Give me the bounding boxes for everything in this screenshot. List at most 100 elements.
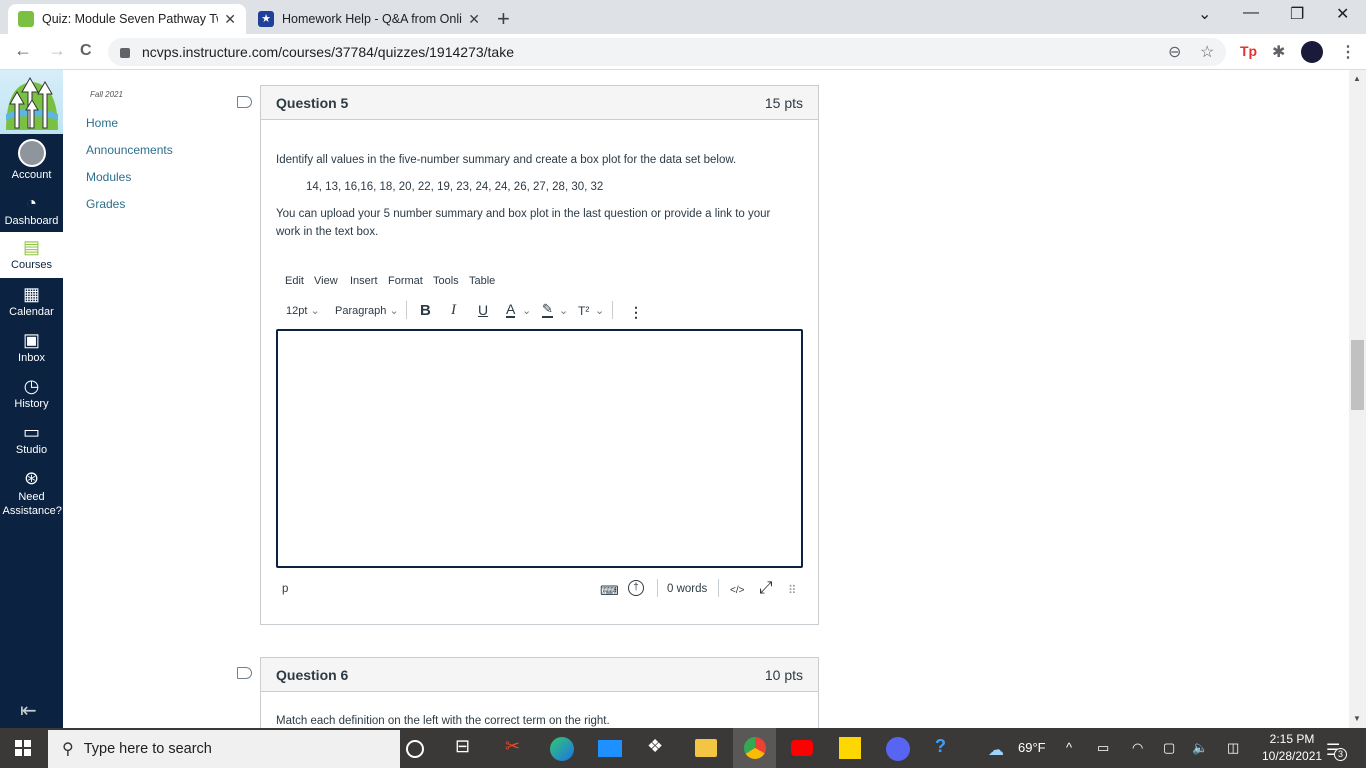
accessibility-checker-icon[interactable]: †	[628, 580, 644, 596]
menu-edit[interactable]: Edit	[285, 275, 304, 287]
italic-button[interactable]: I	[451, 302, 456, 319]
file-explorer-icon[interactable]	[695, 739, 717, 757]
zoom-icon[interactable]: ⊖	[1168, 42, 1181, 62]
trees-logo-icon	[6, 76, 58, 130]
school-logo[interactable]	[0, 70, 63, 134]
discord-icon[interactable]	[886, 737, 910, 761]
taskbar-clock[interactable]: 2:15 PM 10/28/2021	[1262, 732, 1322, 763]
scrollbar-thumb[interactable]	[1351, 340, 1364, 410]
chevron-down-icon[interactable]: ⌄	[595, 304, 604, 317]
menu-format[interactable]: Format	[388, 275, 423, 287]
resize-handle-icon[interactable]: ⠿	[788, 583, 796, 597]
windows-start-icon[interactable]	[15, 740, 31, 756]
chevron-down-icon[interactable]: ⌄	[522, 304, 531, 317]
scroll-up-arrow-icon[interactable]: ▲	[1353, 74, 1361, 83]
menu-view[interactable]: View	[314, 275, 338, 287]
nav-history[interactable]: ◷ History	[0, 376, 63, 410]
battery-icon[interactable]: ▭	[1097, 740, 1109, 756]
forward-button[interactable]: →	[48, 40, 66, 61]
tab-quiz[interactable]: Quiz: Module Seven Pathway Two ✕	[8, 4, 246, 34]
reload-button[interactable]: C	[80, 42, 92, 60]
canvas-favicon-icon	[18, 11, 34, 27]
answer-editor[interactable]	[276, 329, 803, 568]
menu-table[interactable]: Table	[469, 275, 495, 287]
close-tab-icon[interactable]: ✕	[224, 11, 236, 28]
clock-date: 10/28/2021	[1262, 749, 1323, 763]
text-color-button[interactable]: A	[506, 302, 516, 318]
youtube-icon[interactable]	[791, 740, 813, 756]
chevron-down-icon[interactable]: ⌄	[559, 304, 568, 317]
flag-question-icon[interactable]	[237, 96, 252, 108]
question-points: 15 pts	[764, 94, 803, 111]
underline-button[interactable]: U	[478, 302, 488, 318]
minimize-button[interactable]: —	[1243, 4, 1259, 22]
snip-sketch-icon[interactable]: ✂	[505, 736, 520, 757]
screen-snip-icon[interactable]: ◫	[1227, 740, 1239, 756]
course-nav-announcements[interactable]: Announcements	[86, 143, 173, 157]
course-nav-grades[interactable]: Grades	[86, 197, 125, 211]
collapse-nav-icon[interactable]: ⇤	[20, 698, 37, 723]
wifi-icon[interactable]: ◠	[1132, 740, 1143, 756]
extension-tp-icon[interactable]: Tp	[1240, 43, 1257, 59]
dropbox-icon[interactable]: ❖	[647, 736, 663, 757]
show-hidden-icons-icon[interactable]: ^	[1066, 740, 1072, 755]
tab-search-icon[interactable]: ⌄	[1198, 4, 1211, 24]
nav-studio[interactable]: ▭ Studio	[0, 422, 63, 456]
bookmark-star-icon[interactable]: ☆	[1200, 42, 1214, 62]
block-format-select[interactable]: Paragraph ⌄	[335, 304, 399, 317]
search-placeholder: Type here to search	[83, 741, 212, 757]
html-editor-toggle[interactable]: </>	[730, 585, 744, 596]
word-count[interactable]: 0 words	[667, 583, 707, 595]
new-tab-button[interactable]: +	[497, 6, 510, 32]
nav-account[interactable]: Account	[0, 139, 63, 181]
weather-cloud-icon[interactable]: ☁	[988, 740, 1004, 760]
menu-insert[interactable]: Insert	[350, 275, 378, 287]
nav-label: Account	[11, 169, 52, 181]
task-view-icon[interactable]: ⊟	[455, 736, 470, 757]
taskbar-search[interactable]: ⚲ Type here to search	[48, 730, 400, 768]
volume-icon[interactable]: 🔈	[1192, 740, 1208, 756]
back-button[interactable]: ←	[14, 40, 32, 61]
scroll-down-arrow-icon[interactable]: ▼	[1353, 714, 1361, 723]
profile-avatar[interactable]	[1301, 41, 1323, 63]
font-size-select[interactable]: 12pt ⌄	[286, 304, 320, 317]
search-icon: ⚲	[62, 741, 74, 758]
nav-dashboard[interactable]: ◔ Dashboard	[0, 193, 63, 227]
mail-icon[interactable]	[598, 740, 622, 757]
nav-calendar[interactable]: ▦ Calendar	[0, 284, 63, 318]
restore-button[interactable]: ❐	[1290, 4, 1304, 24]
course-nav-home[interactable]: Home	[86, 116, 118, 130]
more-options-button[interactable]: ⋮	[629, 304, 643, 321]
extensions-puzzle-icon[interactable]: ✱	[1272, 42, 1285, 62]
weather-temperature[interactable]: 69°F	[1018, 740, 1046, 755]
tab-homework-help[interactable]: ★ Homework Help - Q&A from Online ✕	[248, 4, 490, 34]
sticky-notes-icon[interactable]	[839, 737, 861, 759]
nav-inbox[interactable]: ▣ Inbox	[0, 330, 63, 364]
flag-question-icon[interactable]	[237, 667, 252, 679]
chrome-menu-icon[interactable]: ⋮	[1340, 42, 1356, 62]
course-nav-modules[interactable]: Modules	[86, 170, 131, 184]
superscript-button[interactable]: T²	[578, 304, 589, 318]
question-prompt: Identify all values in the five-number s…	[276, 154, 737, 166]
nav-need-assistance[interactable]: ⊛ Need Assistance?	[0, 468, 63, 518]
cortana-icon[interactable]	[406, 740, 424, 758]
highlight-color-button[interactable]: ✎	[542, 302, 553, 318]
close-window-button[interactable]: ✕	[1336, 4, 1349, 24]
lock-icon	[120, 48, 130, 58]
clock-time: 2:15 PM	[1269, 732, 1315, 746]
fullscreen-icon[interactable]: ⤢	[759, 578, 773, 598]
meet-now-icon[interactable]: ▢	[1163, 740, 1175, 756]
edge-browser-icon[interactable]	[550, 737, 574, 761]
question-instructions: You can upload your 5 number summary and…	[276, 208, 771, 238]
star-favicon-icon: ★	[258, 11, 274, 27]
nav-courses[interactable]: ▤ Courses	[0, 232, 63, 278]
keyboard-shortcuts-icon[interactable]: ⌨	[600, 583, 619, 599]
element-path[interactable]: p	[282, 583, 288, 595]
menu-tools[interactable]: Tools	[433, 275, 459, 287]
bold-button[interactable]: B	[420, 302, 431, 319]
close-tab-icon[interactable]: ✕	[468, 11, 480, 28]
inbox-icon: ▣	[22, 330, 40, 350]
address-bar[interactable]: ncvps.instructure.com/courses/37784/quiz…	[108, 38, 1226, 66]
url-text[interactable]: ncvps.instructure.com/courses/37784/quiz…	[142, 44, 514, 60]
help-icon[interactable]: ?	[935, 736, 946, 757]
